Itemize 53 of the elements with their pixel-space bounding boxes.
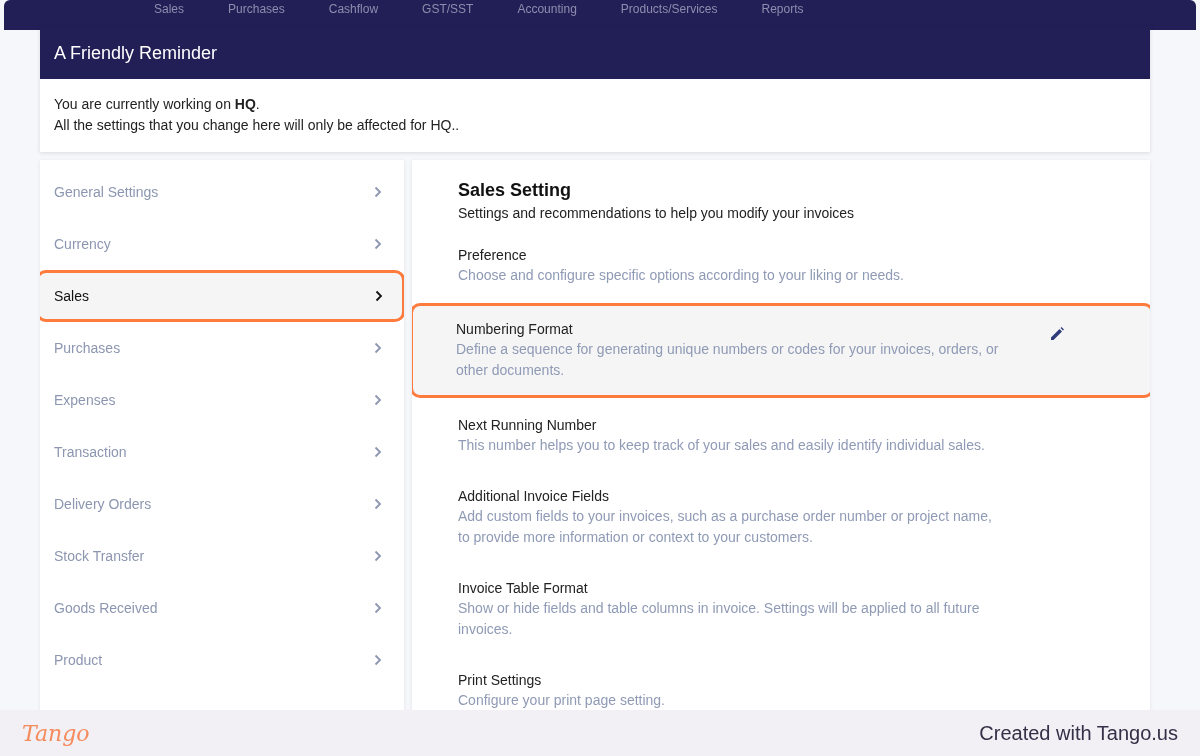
setting-title: Numbering Format	[456, 320, 574, 339]
chevron-right-icon	[374, 654, 382, 666]
panel-title: Sales Setting	[458, 180, 573, 201]
setting-row[interactable]: Invoice Table Format Show or hide fields and table columns in invoice. Settings will be applied to all future invoices.	[412, 578, 1150, 640]
sidebar-item[interactable]: Delivery Orders	[40, 478, 404, 530]
sidebar-item[interactable]: Sales	[40, 270, 404, 322]
setting-title: Print Settings	[458, 671, 543, 690]
panel-subtitle: Settings and recommendations to help you modify your invoices	[458, 205, 856, 221]
setting-title: Invoice Table Format	[458, 579, 589, 598]
nav-link[interactable]: Cashflow	[328, 0, 379, 16]
chevron-right-icon	[374, 394, 382, 406]
sidebar-item[interactable]: Purchases	[40, 322, 404, 374]
chevron-right-icon	[374, 602, 382, 614]
setting-title: Next Running Number	[458, 416, 598, 435]
sidebar-item[interactable]: Expenses	[40, 374, 404, 426]
logo-text: Tango	[22, 720, 90, 746]
chevron-right-icon	[374, 446, 382, 458]
sidebar-item[interactable]: Goods Received	[40, 582, 404, 634]
setting-row[interactable]: Preference Choose and configure specific options according to your liking or needs.	[412, 245, 1150, 286]
sidebar-item[interactable]: Transaction	[40, 426, 404, 478]
setting-row[interactable]: Additional Invoice Fields Add custom fields to your invoices, such as a purchase order number or project name, to provide more information or context to your customers.	[412, 486, 1150, 548]
setting-description: Define a sequence for generating unique numbers or codes for your invoices, orders, or other documents.	[456, 340, 1000, 380]
nav-link[interactable]: Products/Services	[620, 0, 718, 16]
setting-description: Choose and configure specific options according to your liking or needs.	[458, 266, 905, 285]
setting-description: Configure your print page setting.	[458, 691, 666, 710]
reminder-text: All the settings that you change here will only be affected for HQ..	[54, 116, 461, 135]
credit-text: Created with Tango.us	[979, 721, 1178, 745]
sidebar-item[interactable]: General Settings	[40, 166, 404, 218]
chevron-right-icon	[374, 186, 382, 198]
chevron-right-icon	[374, 238, 382, 250]
sidebar-item[interactable]: Currency	[40, 218, 404, 270]
pencil-icon[interactable]	[1049, 326, 1065, 342]
setting-row[interactable]: Numbering Format Define a sequence for generating unique numbers or codes for your invoices, orders, or other documents.	[412, 303, 1150, 398]
chevron-right-icon	[375, 290, 383, 302]
nav-link[interactable]: Purchases	[228, 0, 285, 16]
reminder-text: You are currently working on HQ.	[54, 95, 261, 114]
setting-description: Show or hide fields and table columns in invoice. Settings will be applied to all future invoices.	[458, 599, 981, 639]
chevron-right-icon	[374, 550, 382, 562]
setting-description: This number helps you to keep track of your sales and easily identify individual sales.	[458, 436, 986, 455]
chevron-right-icon	[374, 342, 382, 354]
chevron-right-icon	[374, 498, 382, 510]
nav-link[interactable]: Reports	[761, 0, 804, 16]
nav-link[interactable]: Accounting	[517, 0, 577, 16]
nav-link[interactable]: GST/SST	[422, 0, 474, 16]
reminder-title: A Friendly Reminder	[40, 27, 1150, 79]
setting-row[interactable]: Print Settings Configure your print page setting.	[412, 670, 1150, 711]
setting-row[interactable]: Next Running Number This number helps you to keep track of your sales and easily identify individual sales.	[412, 415, 1150, 456]
nav-link[interactable]: Sales	[154, 0, 185, 16]
sidebar-item[interactable]: Stock Transfer	[40, 530, 404, 582]
sidebar-item[interactable]: Product	[40, 634, 404, 686]
setting-description: Add custom fields to your invoices, such as a purchase order number or project name, to provide more information or context to your customers.	[458, 507, 993, 547]
setting-title: Additional Invoice Fields	[458, 487, 610, 506]
setting-title: Preference	[458, 246, 528, 265]
